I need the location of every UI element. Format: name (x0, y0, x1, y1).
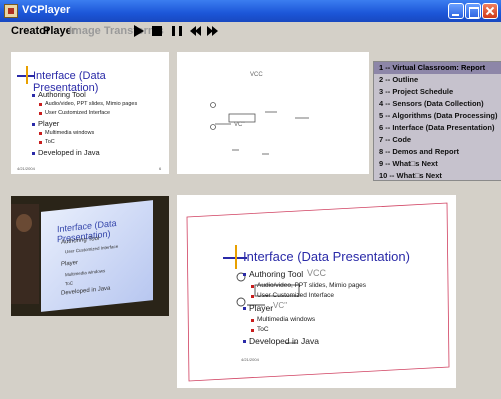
video-slide-bullet: User Customized Interface (65, 243, 119, 255)
slide-title: Interface (Data Presentation) (243, 249, 410, 264)
ink-page-thumbnail[interactable]: VCC VC'' (177, 52, 369, 174)
ink-annotation: VCC (307, 268, 327, 278)
slide-bullet: Authoring Tool (242, 269, 304, 279)
slide-bullet: Player (242, 303, 274, 313)
ink-annotation: VC'' (273, 301, 288, 310)
window-title: VCPlayer (22, 4, 71, 16)
slide-date: 4/21/2004 (17, 166, 35, 171)
previous-icon[interactable] (190, 26, 202, 38)
projected-screen: Interface (Data Presentation) Authoring … (41, 200, 153, 312)
slide-bullet: User Customized Interface (38, 110, 111, 116)
slide-page-number: 6 (159, 166, 162, 171)
next-icon[interactable] (207, 26, 219, 38)
toc-item[interactable]: 5 -- Algorithms (Data Processing) (374, 110, 501, 122)
toc-item[interactable]: 4 -- Sensors (Data Collection) (374, 98, 501, 110)
ink-annotation: VCC (250, 72, 263, 78)
slide-bullet: ToC (251, 326, 269, 333)
slide-date: 4/21/2004 (241, 357, 259, 362)
toc-item[interactable]: 7 -- Code (374, 134, 501, 146)
presenter (11, 204, 39, 304)
slide-bullet: Multimedia windows (38, 130, 95, 136)
toc-item[interactable]: 1 -- Virtual Classroom: Report (374, 62, 501, 74)
ink-strokes (210, 102, 309, 155)
pause-icon[interactable] (172, 26, 182, 36)
video-slide-bullet: ToC (65, 280, 74, 287)
menu-bar: Creator Player Image Transforms (0, 22, 501, 40)
presenter-head (16, 214, 32, 232)
maximize-icon[interactable] (465, 3, 481, 19)
toc-item[interactable]: 8 -- Demos and Report (374, 146, 501, 158)
slide-bullet: ToC (39, 139, 55, 145)
slide-bullet: Authoring Tool (32, 90, 86, 99)
slide-thumbnail[interactable]: Interface (Data Presentation) Authoring … (11, 52, 169, 174)
toc-item[interactable]: 9 -- What□s Next (374, 158, 501, 170)
toc-item[interactable]: 10 -- What□s Next (374, 170, 501, 182)
slide-bullet: Audio/video, PPT slides, Mimio pages (38, 101, 138, 107)
slide-bullet: Multimedia windows (250, 316, 316, 323)
video-slide-bullet: Developed in Java (61, 285, 111, 297)
slide-bullet: Player (31, 119, 60, 128)
video-panel[interactable]: Interface (Data Presentation) Authoring … (11, 196, 169, 316)
stop-icon[interactable] (152, 26, 162, 36)
slide-bullet: Audio/video, PPT slides, Mimio pages (251, 282, 366, 289)
slide-bullet: Developed in Java (243, 336, 319, 346)
main-slide-view[interactable]: Interface (Data Presentation) Authoring … (177, 195, 456, 388)
ink-annotation: VC'' (234, 122, 245, 128)
toc-item[interactable]: 6 -- Interface (Data Presentation) (374, 122, 501, 134)
table-of-contents[interactable]: 1 -- Virtual Classroom: Report 2 -- Outl… (373, 61, 501, 181)
app-icon (4, 4, 18, 18)
slide-bullet: Developed in Java (32, 148, 100, 157)
toc-item[interactable]: 2 -- Outline (374, 74, 501, 86)
play-icon[interactable] (134, 25, 144, 37)
minimize-icon[interactable] (448, 3, 464, 19)
title-bar: VCPlayer (0, 0, 501, 22)
toc-item[interactable]: 3 -- Project Schedule (374, 86, 501, 98)
menu-image-transforms[interactable]: Image Transforms (69, 25, 164, 37)
close-icon[interactable] (482, 3, 498, 19)
video-slide-bullet: Multimedia windows (65, 268, 106, 278)
video-slide-bullet: Player (61, 259, 79, 268)
slide-bullet: User Customized Interface (251, 292, 334, 299)
